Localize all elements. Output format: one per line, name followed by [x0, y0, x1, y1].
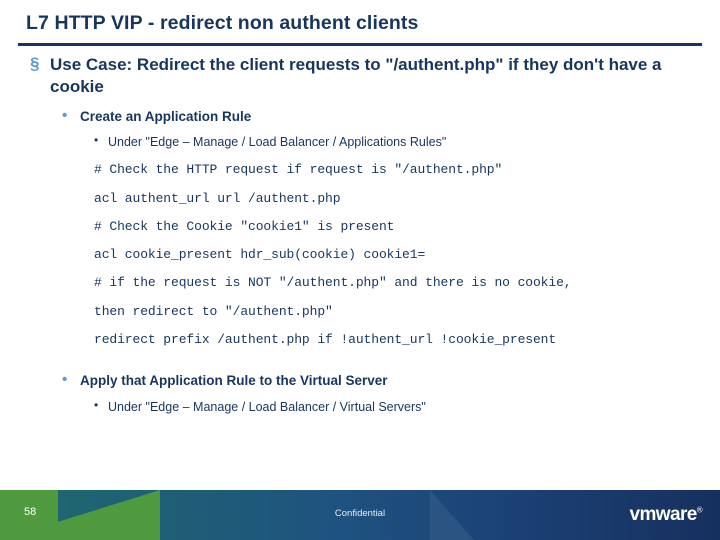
small-dot-bullet-icon: • [94, 133, 99, 148]
registered-mark-icon: ® [696, 505, 703, 515]
vmware-logo: vmware® [629, 504, 703, 526]
code-line-6: then redirect to "/authent.php" [94, 303, 333, 319]
code-line-2: acl authent_url url /authent.php [94, 190, 341, 206]
confidential-label: Confidential [334, 508, 386, 519]
code-line-4: acl cookie_present hdr_sub(cookie) cooki… [94, 247, 426, 263]
code-line-3: # Check the Cookie "cookie1" is present [94, 218, 395, 234]
bullet-level2-create-rule: • Create an Application Rule [62, 106, 720, 126]
square-bullet-icon: § [30, 54, 40, 73]
slide-footer: 58 Confidential vmware® [0, 490, 720, 540]
vmware-logo-text: vmware [629, 504, 698, 525]
bullet-level3-text: Under "Edge – Manage / Load Balancer / A… [108, 135, 447, 150]
bullet-level2-text: Create an Application Rule [80, 108, 252, 124]
title-divider [18, 43, 702, 46]
dot-bullet-icon: • [62, 371, 68, 389]
bullet-level3-path-apprules: • Under "Edge – Manage / Load Balancer /… [94, 133, 720, 150]
code-line-7: redirect prefix /authent.php if !authent… [94, 331, 557, 347]
small-dot-bullet-icon: • [94, 397, 99, 412]
slide-body: § Use Case: Redirect the client requests… [0, 54, 720, 415]
dot-bullet-icon: • [62, 106, 68, 124]
slide: L7 HTTP VIP - redirect non authent clien… [0, 0, 720, 540]
page-title: L7 HTTP VIP - redirect non authent clien… [26, 12, 419, 34]
bullet-level2-apply-rule: • Apply that Application Rule to the Vir… [62, 371, 720, 390]
bullet-level1: § Use Case: Redirect the client requests… [30, 54, 670, 98]
bullet-level3-text: Under "Edge – Manage / Load Balancer / V… [108, 399, 426, 414]
code-line-1: # Check the HTTP request if request is "… [94, 162, 503, 178]
bullet-level1-text: Use Case: Redirect the client requests t… [50, 55, 662, 96]
code-line-5: # if the request is NOT "/authent.php" a… [94, 275, 572, 291]
bullet-level2-text: Apply that Application Rule to the Virtu… [80, 373, 388, 389]
bullet-level3-path-virtualservers: • Under "Edge – Manage / Load Balancer /… [94, 397, 720, 415]
